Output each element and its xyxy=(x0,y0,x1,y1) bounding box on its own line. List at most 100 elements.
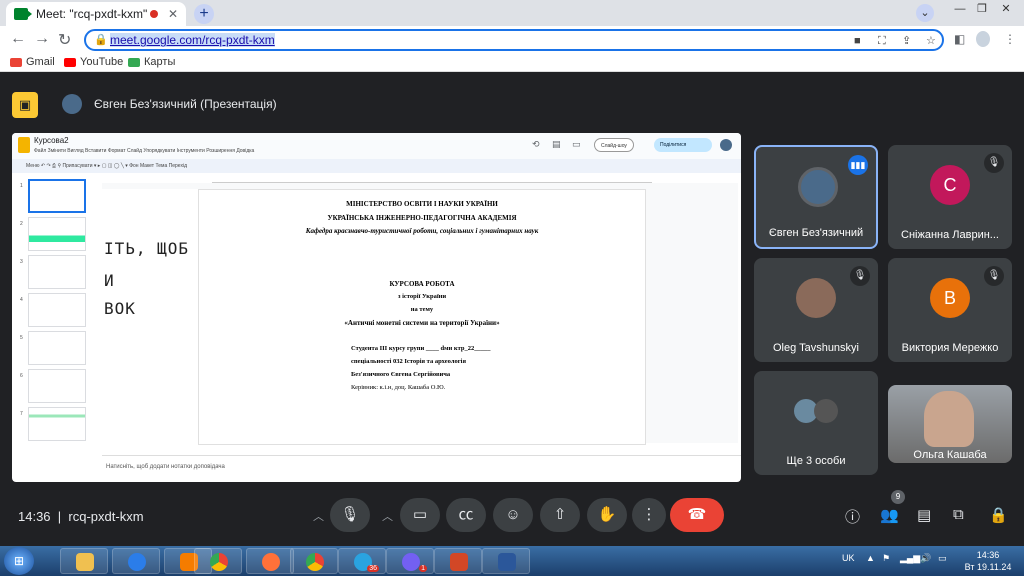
taskbar-viber[interactable]: 1 xyxy=(386,548,434,574)
taskbar-chrome-2[interactable] xyxy=(290,548,338,574)
slide-line: з історії України xyxy=(397,293,447,300)
close-tab-icon[interactable]: ✕ xyxy=(168,7,178,21)
presentation-icon[interactable]: ▣ xyxy=(12,92,38,118)
meet-video-icon: ▭ xyxy=(572,139,581,149)
bookmark-label: Gmail xyxy=(26,56,55,68)
volume-icon[interactable]: 🔊 xyxy=(920,553,931,564)
leave-call-button[interactable]: ☎ xyxy=(670,498,724,532)
telegram-badge: 36 xyxy=(367,565,379,572)
participant-name: Сніжанна Лаврин... xyxy=(901,229,999,241)
meeting-time-info: 14:36 | rcq-pxdt-kxm xyxy=(18,509,144,524)
slide-number: 4 xyxy=(20,297,23,303)
battery-icon[interactable]: ▭ xyxy=(938,553,947,564)
explorer-icon xyxy=(76,553,94,571)
participant-tile[interactable]: 🎙 В Виктория Мережко xyxy=(888,258,1012,362)
people-icon[interactable]: 👥 xyxy=(880,506,899,524)
participant-name: Oleg Tavshunskyi xyxy=(772,342,859,354)
share-icon[interactable]: ⇪ xyxy=(902,32,911,50)
emoji-button[interactable]: ☺ xyxy=(493,498,533,532)
chat-icon[interactable]: ▤ xyxy=(917,506,931,524)
mic-off-icon: 🎙 xyxy=(984,153,1004,173)
new-tab-button[interactable]: + xyxy=(194,4,214,24)
participant-name: Ще 3 особи xyxy=(786,455,846,467)
back-icon[interactable]: ← xyxy=(10,30,26,48)
video-options-chevron-icon[interactable]: ︿ xyxy=(382,508,393,524)
shared-screen: Курсова2 Файл Змінити Вигляд Вставити Фо… xyxy=(12,133,741,482)
language-indicator[interactable]: UK xyxy=(842,553,855,563)
slide-number: 7 xyxy=(20,411,23,417)
people-count-badge: 9 xyxy=(891,490,905,504)
slide-detail: Без'язичного Євгена Сергійовича xyxy=(351,371,451,378)
network-icon[interactable]: ▂▄▆ xyxy=(900,553,920,564)
word-icon xyxy=(498,553,516,571)
participant-tile[interactable]: 🎙 С Сніжанна Лаврин... xyxy=(888,145,1012,249)
chrome-icon xyxy=(210,553,228,571)
slide-thumb xyxy=(28,217,86,251)
clock-time: 14:36 xyxy=(976,550,1000,560)
activities-icon[interactable]: ⧉ xyxy=(953,506,964,523)
camera-icon[interactable]: ■ xyxy=(854,32,861,50)
raise-hand-button[interactable]: ✋ xyxy=(587,498,627,532)
minimize-icon[interactable]: — xyxy=(950,0,970,18)
reload-icon[interactable]: ↻ xyxy=(58,30,71,50)
previous-slide-edge: ІТЬ, ЩОБ И ВОК xyxy=(102,189,198,445)
mic-button[interactable]: 🎙 xyxy=(330,498,370,532)
info-icon[interactable]: ⓘ xyxy=(845,506,860,527)
handwritten-text: ІТЬ, ЩОБ xyxy=(104,239,190,258)
maximize-icon[interactable]: ❐ xyxy=(972,0,992,18)
speaking-indicator-icon: ▮▮▮ xyxy=(848,155,868,175)
taskbar-telegram[interactable]: 36 xyxy=(338,548,386,574)
more-participants-tile[interactable]: Ще 3 особи xyxy=(754,371,878,475)
bookmark-maps[interactable]: Карты xyxy=(128,56,175,68)
tray-flag-icon[interactable]: ⚑ xyxy=(882,553,890,564)
participant-avatar xyxy=(798,167,838,207)
tray-arrow-icon[interactable]: ▲ xyxy=(866,553,875,563)
participant-video-tile[interactable]: Ольга Кашаба xyxy=(888,385,1012,463)
slide-number: 1 xyxy=(20,183,23,189)
system-clock[interactable]: 14:36 Вт 19.11.24 xyxy=(956,549,1020,573)
browser-tab-meet[interactable]: Meet: "rcq-pxdt-kxm" ✕ xyxy=(6,2,186,26)
doc-title: Курсова2 xyxy=(34,136,69,145)
captions-button[interactable]: ㏄ xyxy=(446,498,486,532)
audio-options-chevron-icon[interactable]: ︿ xyxy=(313,508,324,524)
menu-dots-icon[interactable]: ⋮ xyxy=(1004,32,1016,46)
url-text: meet.google.com/rcq-pxdt-kxm xyxy=(110,33,275,47)
slide-number: 5 xyxy=(20,335,23,341)
forward-icon[interactable]: → xyxy=(34,30,50,48)
meet-header: ▣ Євген Без'язичний (Презентація) xyxy=(0,72,1024,132)
start-button[interactable]: ⊞ xyxy=(4,547,34,575)
clock-date: Вт 19.11.24 xyxy=(964,562,1012,572)
taskbar-ie[interactable] xyxy=(112,548,160,574)
taskbar-powerpoint[interactable] xyxy=(434,548,482,574)
bookmark-star-icon[interactable]: ☆ xyxy=(926,32,936,50)
chrome-icon xyxy=(306,553,324,571)
profile-avatar[interactable] xyxy=(976,31,990,47)
taskbar-word[interactable] xyxy=(482,548,530,574)
translate-icon[interactable]: ⛶ xyxy=(878,32,886,50)
participant-tile[interactable]: ▮▮▮ Євген Без'язичний xyxy=(754,145,878,249)
camera-button[interactable]: ▭ xyxy=(400,498,440,532)
bookmark-gmail[interactable]: Gmail xyxy=(10,56,55,68)
slide-detail: спеціальності 032 Історія та археологія xyxy=(351,358,466,365)
host-controls-icon[interactable]: 🔒 xyxy=(989,506,1008,524)
close-window-icon[interactable]: ✕ xyxy=(994,0,1018,18)
bookmark-youtube[interactable]: YouTube xyxy=(64,56,123,68)
share-button: Поділитися xyxy=(654,138,712,152)
tab-search-icon[interactable]: ⌄ xyxy=(916,4,934,22)
recording-dot-icon xyxy=(149,10,158,18)
taskbar-explorer[interactable] xyxy=(60,548,108,574)
slide-thumb xyxy=(28,255,86,289)
handwritten-text: И xyxy=(104,271,115,290)
participant-tile[interactable]: 🎙 Oleg Tavshunskyi xyxy=(754,258,878,362)
taskbar-chrome-1[interactable] xyxy=(194,548,242,574)
meeting-code: rcq-pxdt-kxm xyxy=(68,509,144,524)
youtube-icon xyxy=(64,57,76,67)
present-button[interactable]: ⇧ xyxy=(540,498,580,532)
more-options-button[interactable]: ⋮ xyxy=(632,498,666,532)
address-bar[interactable]: 🔒 meet.google.com/rcq-pxdt-kxm ■ ⛶ ⇪ ☆ xyxy=(84,29,944,51)
taskbar-firefox[interactable] xyxy=(246,548,294,574)
bookmark-label: Карты xyxy=(144,56,176,68)
participant-avatar xyxy=(814,399,838,423)
sidebar-icon[interactable]: ◧ xyxy=(954,32,965,46)
slides-menu: Файл Змінити Вигляд Вставити Формат Слай… xyxy=(34,148,255,154)
